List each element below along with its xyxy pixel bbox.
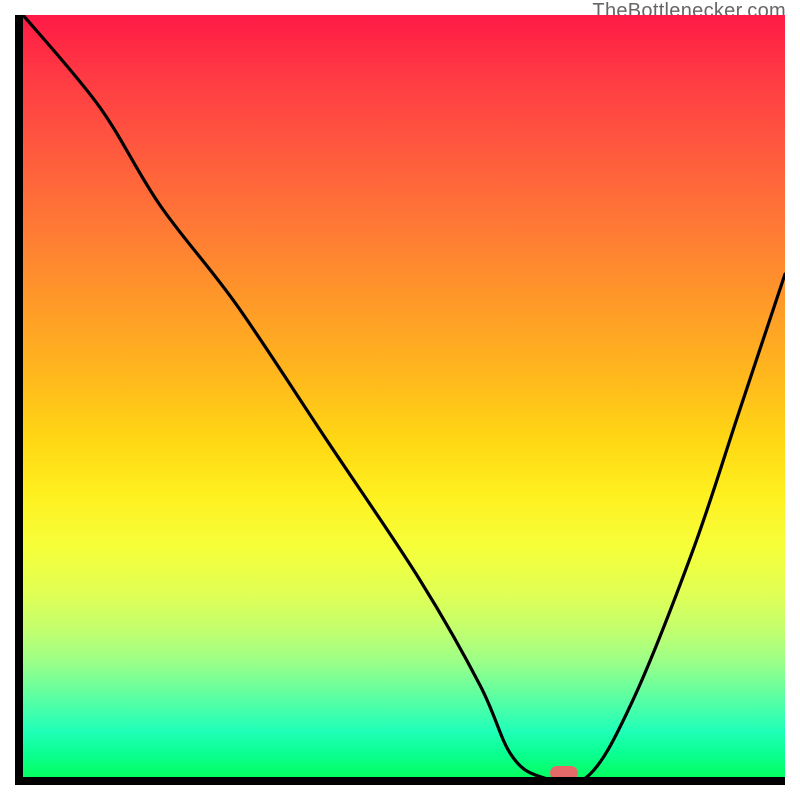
optimal-marker xyxy=(550,766,578,777)
chart-frame: TheBottlenecker.com xyxy=(0,0,800,800)
plot-area xyxy=(23,15,785,777)
curve-path xyxy=(23,15,785,777)
bottleneck-curve xyxy=(23,15,785,777)
